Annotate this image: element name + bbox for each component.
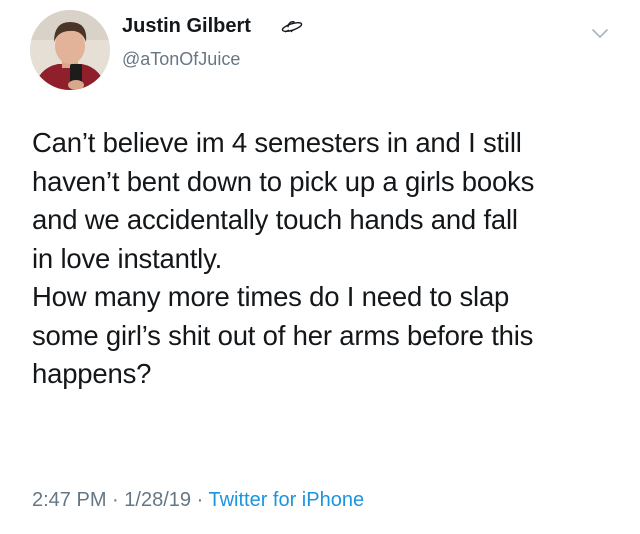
source-link[interactable]: Twitter for iPhone xyxy=(208,489,364,511)
separator: · xyxy=(112,489,119,511)
tweet-card: Justin Gilbert @aTonOfJuice Can’t believ… xyxy=(0,0,640,534)
tweet-time[interactable]: 2:47 PM xyxy=(32,489,106,511)
tweet-text-line: haven’t bent down to pick up a girls boo… xyxy=(32,165,535,197)
tweet-meta: 2:47 PM · 1/28/19 · Twitter for iPhone xyxy=(32,486,364,514)
tweet-text-line: and we accidentally touch hands and fall xyxy=(32,204,518,235)
avatar-photo xyxy=(30,10,110,90)
tweet-text: Can’t believe im 4 semesters in and I st… xyxy=(32,124,622,394)
ufo-icon xyxy=(280,17,304,33)
username-handle[interactable]: @aTonOfJuice xyxy=(122,47,240,71)
separator: · xyxy=(196,489,204,511)
chevron-down-icon[interactable] xyxy=(590,26,610,40)
tweet-text-line: Can’t believe im 4 semesters in and I st… xyxy=(32,127,522,158)
tweet-text-line: in love instantly. xyxy=(32,242,223,274)
tweet-text-line: some girl’s shit out of her arms before … xyxy=(32,319,534,351)
tweet-text-line: happens? xyxy=(32,358,152,389)
tweet-text-line: How many more times do I need to slap xyxy=(32,281,510,312)
tweet-date[interactable]: 1/28/19 xyxy=(124,489,191,511)
display-name[interactable]: Justin Gilbert xyxy=(122,13,251,39)
avatar[interactable] xyxy=(30,10,110,90)
